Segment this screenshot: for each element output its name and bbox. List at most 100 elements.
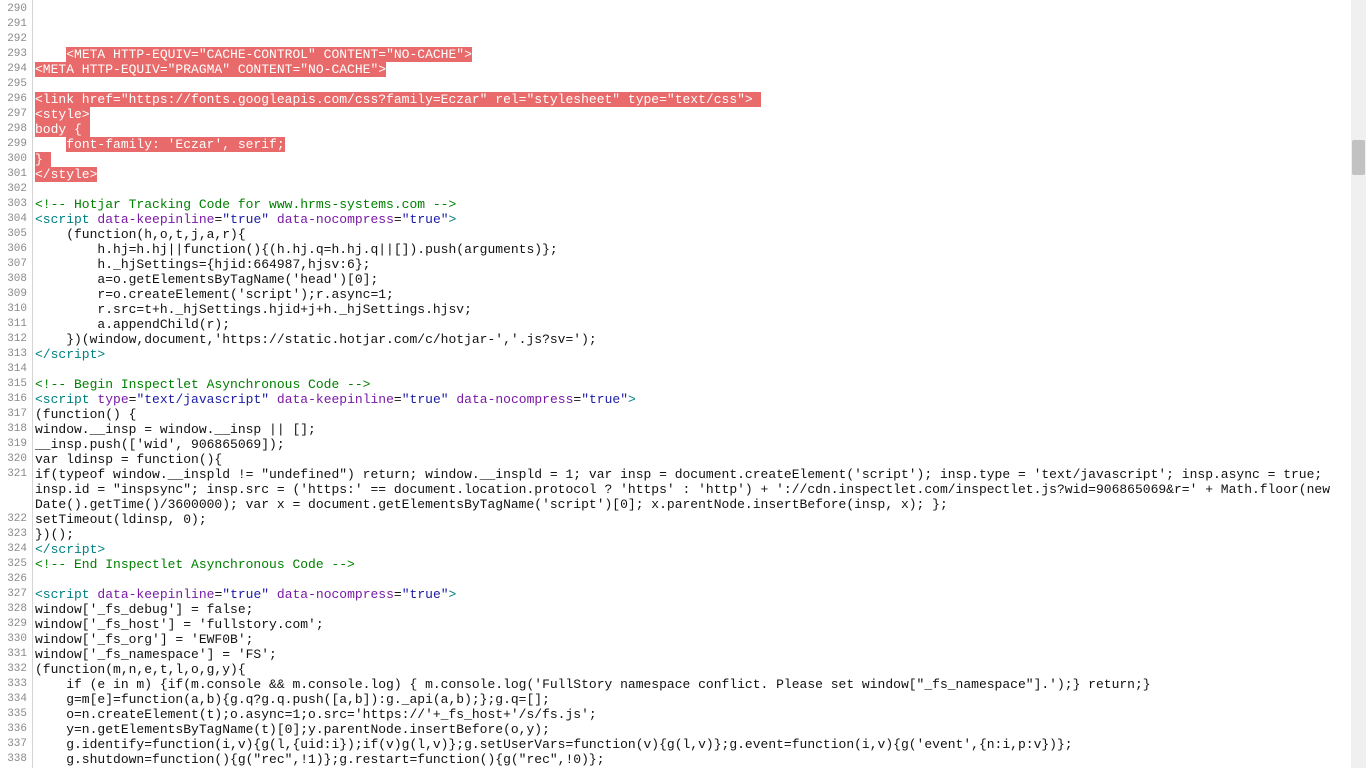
code-line[interactable]: window.__insp = window.__insp || []; <box>35 422 1351 437</box>
line-number: 299 <box>0 137 32 152</box>
code-line[interactable]: r.src=t+h._hjSettings.hjid+j+h._hjSettin… <box>35 302 1351 317</box>
code-line[interactable]: __insp.push(['wid', 906865069]); <box>35 437 1351 452</box>
line-number-gutter: 2902912922932942952962972982993003013023… <box>0 0 33 768</box>
line-number: 317 <box>0 407 32 422</box>
line-number: 321 <box>0 467 32 482</box>
code-line[interactable]: window['_fs_namespace'] = 'FS'; <box>35 647 1351 662</box>
code-line[interactable]: g.identify=function(i,v){g(l,{uid:i});if… <box>35 737 1351 752</box>
code-line[interactable]: window['_fs_org'] = 'EWF0B'; <box>35 632 1351 647</box>
line-number: 300 <box>0 152 32 167</box>
line-number: 303 <box>0 197 32 212</box>
code-line[interactable]: window['_fs_host'] = 'fullstory.com'; <box>35 617 1351 632</box>
line-number: 330 <box>0 632 32 647</box>
scrollbar-thumb[interactable] <box>1352 140 1365 175</box>
code-line[interactable]: if (e in m) {if(m.console && m.console.l… <box>35 677 1351 692</box>
code-line[interactable]: <!-- Hotjar Tracking Code for www.hrms-s… <box>35 197 1351 212</box>
line-number: 298 <box>0 122 32 137</box>
line-number: 306 <box>0 242 32 257</box>
code-line[interactable]: font-family: 'Eczar', serif; <box>35 137 1351 152</box>
code-line[interactable]: o=n.createElement(t);o.async=1;o.src='ht… <box>35 707 1351 722</box>
code-line[interactable]: </script> <box>35 542 1351 557</box>
code-line[interactable]: a=o.getElementsByTagName('head')[0]; <box>35 272 1351 287</box>
code-line[interactable]: <META HTTP-EQUIV="PRAGMA" CONTENT="NO-CA… <box>35 62 1351 77</box>
code-line[interactable]: <META HTTP-EQUIV="CACHE-CONTROL" CONTENT… <box>35 47 1351 62</box>
line-number: 314 <box>0 362 32 377</box>
line-number: 312 <box>0 332 32 347</box>
code-line[interactable]: </style> <box>35 167 1351 182</box>
line-number: 316 <box>0 392 32 407</box>
code-line[interactable]: <script data-keepinline="true" data-noco… <box>35 587 1351 602</box>
code-line[interactable]: (function(m,n,e,t,l,o,g,y){ <box>35 662 1351 677</box>
code-line[interactable]: setTimeout(ldinsp, 0); <box>35 512 1351 527</box>
code-line[interactable]: <!-- End Inspectlet Asynchronous Code --… <box>35 557 1351 572</box>
line-number: 333 <box>0 677 32 692</box>
code-line[interactable]: })(); <box>35 527 1351 542</box>
line-number: 335 <box>0 707 32 722</box>
code-line[interactable]: body { <box>35 122 1351 137</box>
line-number: 311 <box>0 317 32 332</box>
code-line[interactable]: g.shutdown=function(){g("rec",!1)};g.res… <box>35 752 1351 767</box>
line-number: 329 <box>0 617 32 632</box>
vertical-scrollbar[interactable] <box>1351 0 1366 768</box>
line-number: 325 <box>0 557 32 572</box>
code-line[interactable] <box>35 32 1351 47</box>
code-line[interactable]: })(window,document,'https://static.hotja… <box>35 332 1351 347</box>
line-number: 304 <box>0 212 32 227</box>
line-number: 293 <box>0 47 32 62</box>
code-line[interactable]: <style> <box>35 107 1351 122</box>
code-line[interactable]: <script data-keepinline="true" data-noco… <box>35 212 1351 227</box>
line-number: 336 <box>0 722 32 737</box>
line-number: 315 <box>0 377 32 392</box>
code-line[interactable]: var ldinsp = function(){ <box>35 452 1351 467</box>
code-line[interactable] <box>35 2 1351 17</box>
line-number: 308 <box>0 272 32 287</box>
line-number: 334 <box>0 692 32 707</box>
code-editor[interactable]: <META HTTP-EQUIV="CACHE-CONTROL" CONTENT… <box>33 0 1351 768</box>
line-number: 322 <box>0 512 32 527</box>
line-number: 327 <box>0 587 32 602</box>
line-number: 310 <box>0 302 32 317</box>
line-number: 295 <box>0 77 32 92</box>
line-number: 318 <box>0 422 32 437</box>
line-number: 305 <box>0 227 32 242</box>
code-line[interactable]: (function() { <box>35 407 1351 422</box>
line-number: 290 <box>0 2 32 17</box>
code-line[interactable]: <!-- Begin Inspectlet Asynchronous Code … <box>35 377 1351 392</box>
code-line[interactable]: a.appendChild(r); <box>35 317 1351 332</box>
line-number: 324 <box>0 542 32 557</box>
code-line[interactable]: y=n.getElementsByTagName(t)[0];y.parentN… <box>35 722 1351 737</box>
line-number: 301 <box>0 167 32 182</box>
line-number: 294 <box>0 62 32 77</box>
code-line[interactable] <box>35 572 1351 587</box>
code-line[interactable]: } <box>35 152 1351 167</box>
line-number: 332 <box>0 662 32 677</box>
line-number: 309 <box>0 287 32 302</box>
code-line[interactable] <box>35 362 1351 377</box>
line-number: 291 <box>0 17 32 32</box>
code-line[interactable]: (function(h,o,t,j,a,r){ <box>35 227 1351 242</box>
line-number: 338 <box>0 752 32 767</box>
code-line[interactable]: <script type="text/javascript" data-keep… <box>35 392 1351 407</box>
code-line[interactable]: g=m[e]=function(a,b){g.q?g.q.push([a,b])… <box>35 692 1351 707</box>
code-line[interactable]: if(typeof window.__inspld != "undefined"… <box>35 467 1351 512</box>
line-number: 307 <box>0 257 32 272</box>
code-line[interactable]: <link href="https://fonts.googleapis.com… <box>35 92 1351 107</box>
line-number: 328 <box>0 602 32 617</box>
line-number: 331 <box>0 647 32 662</box>
line-number: 302 <box>0 182 32 197</box>
code-line[interactable] <box>35 17 1351 32</box>
line-number: 292 <box>0 32 32 47</box>
line-number: 319 <box>0 437 32 452</box>
line-number: 323 <box>0 527 32 542</box>
code-line[interactable]: h._hjSettings={hjid:664987,hjsv:6}; <box>35 257 1351 272</box>
line-number: 326 <box>0 572 32 587</box>
line-number: 296 <box>0 92 32 107</box>
code-line[interactable]: r=o.createElement('script');r.async=1; <box>35 287 1351 302</box>
code-line[interactable] <box>35 182 1351 197</box>
code-line[interactable]: </script> <box>35 347 1351 362</box>
code-line[interactable] <box>35 77 1351 92</box>
code-line[interactable]: window['_fs_debug'] = false; <box>35 602 1351 617</box>
code-line[interactable]: h.hj=h.hj||function(){(h.hj.q=h.hj.q||[]… <box>35 242 1351 257</box>
line-number: 337 <box>0 737 32 752</box>
line-number: 320 <box>0 452 32 467</box>
